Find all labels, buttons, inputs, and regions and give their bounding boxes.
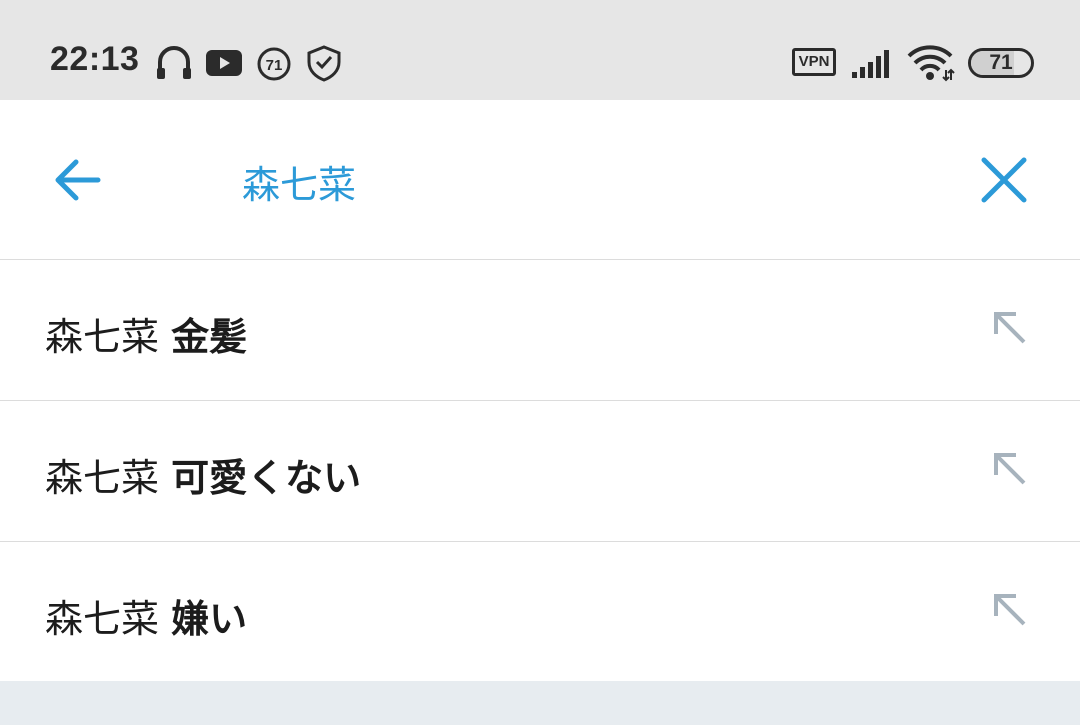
back-button[interactable] xyxy=(46,150,110,210)
search-input[interactable]: 森七菜 xyxy=(242,154,356,209)
suggestion-item[interactable]: 森七菜 嫌い xyxy=(0,542,1080,684)
status-time: 22:13 xyxy=(50,40,140,78)
vpn-badge: VPN xyxy=(792,48,836,76)
youtube-icon xyxy=(206,50,242,80)
fill-query-button[interactable] xyxy=(990,449,1030,489)
suggestion-text: 森七菜 可愛くない xyxy=(45,447,361,502)
suggestion-item[interactable]: 森七菜 可愛くない xyxy=(0,401,1080,542)
search-header: 森七菜 xyxy=(0,100,1080,260)
suggestion-text: 森七菜 嫌い xyxy=(45,588,247,643)
suggestion-completion: 嫌い xyxy=(171,597,248,641)
page-background xyxy=(0,681,1080,725)
suggestion-prefix: 森七菜 xyxy=(45,456,160,500)
suggestion-item[interactable]: 森七菜 金髪 xyxy=(0,260,1080,401)
fill-query-button[interactable] xyxy=(990,590,1030,630)
suggestion-prefix: 森七菜 xyxy=(45,597,160,641)
battery-level: 71 xyxy=(989,51,1013,74)
suggestion-prefix: 森七菜 xyxy=(45,315,160,359)
fill-query-button[interactable] xyxy=(990,308,1030,348)
clear-search-button[interactable] xyxy=(974,150,1034,210)
suggestion-text: 森七菜 金髪 xyxy=(45,306,247,361)
suggestion-completion: 金髪 xyxy=(171,315,248,359)
signal-bars-icon xyxy=(852,48,894,82)
battery-indicator: 71 xyxy=(968,48,1034,78)
suggestion-list: 森七菜 金髪 森七菜 可愛くない 森七菜 嫌い xyxy=(0,260,1080,684)
headphones-icon xyxy=(154,44,194,86)
shield-check-icon xyxy=(306,44,342,86)
status-bar: 22:13 71 VPN 71 xyxy=(0,0,1080,100)
arrow-left-icon xyxy=(55,159,101,201)
suggestion-completion: 可愛くない xyxy=(171,456,362,500)
close-icon xyxy=(981,157,1027,203)
arrow-up-left-icon xyxy=(994,453,1026,485)
badge-71-icon: 71 xyxy=(256,46,292,86)
notification-badge-text: 71 xyxy=(266,57,283,74)
arrow-up-left-icon xyxy=(994,312,1026,344)
wifi-icon xyxy=(906,44,956,86)
arrow-up-left-icon xyxy=(994,594,1026,626)
